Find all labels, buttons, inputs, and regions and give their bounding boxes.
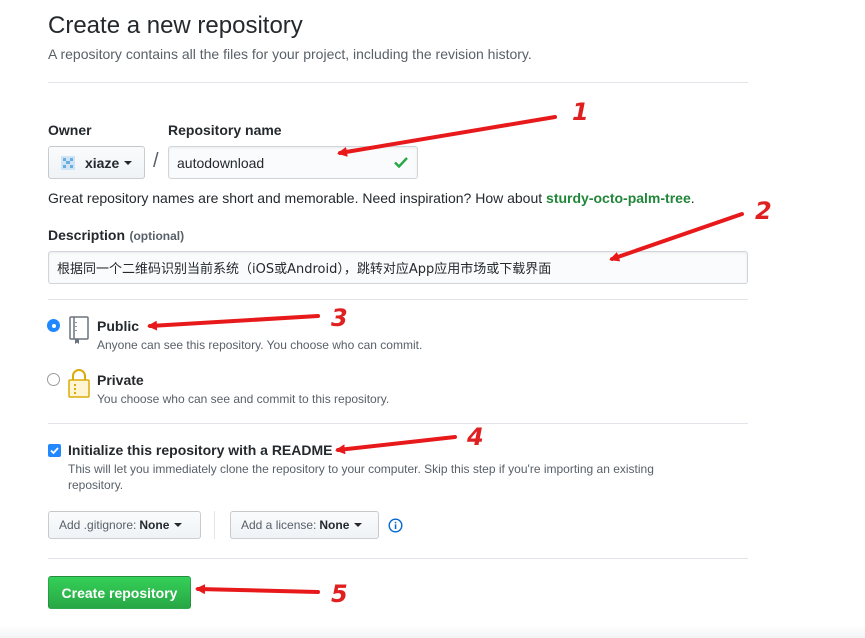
annotation-arrow: [195, 584, 320, 595]
annotation-number: 4: [467, 423, 484, 451]
annotation-number: 1: [572, 98, 589, 126]
annotation-arrow: [147, 314, 320, 331]
annotation-number: 3: [331, 304, 348, 332]
annotation-arrows: [147, 115, 744, 595]
annotation-arrow: [609, 212, 744, 262]
annotation-number: 5: [331, 580, 348, 608]
annotation-arrow: [335, 435, 457, 455]
annotation-arrow: [337, 115, 557, 157]
annotation-number: 2: [755, 197, 772, 225]
